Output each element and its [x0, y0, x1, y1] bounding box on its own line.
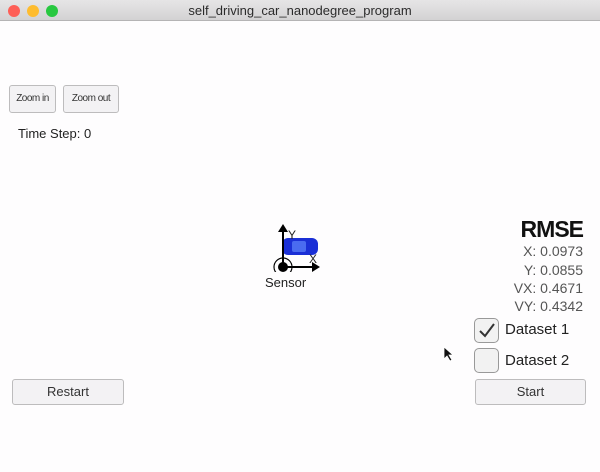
dataset-1-checkbox[interactable]	[474, 318, 499, 343]
time-step-label: Time Step: 0	[18, 126, 92, 141]
sensor-dot	[278, 262, 288, 272]
axis-y-label: Y	[288, 228, 297, 242]
restart-button[interactable]: Restart	[12, 379, 124, 405]
minimize-window-button[interactable]	[27, 5, 39, 17]
window-title: self_driving_car_nanodegree_program	[188, 3, 412, 18]
maximize-window-button[interactable]	[46, 5, 58, 17]
zoom-out-button[interactable]: Zoom out	[63, 85, 119, 113]
close-window-button[interactable]	[8, 5, 20, 17]
title-bar: self_driving_car_nanodegree_program	[0, 0, 600, 21]
y-axis-arrow	[278, 224, 288, 232]
rmse-vy: VY: 0.4342	[514, 298, 583, 314]
rmse-x: X: 0.0973	[523, 243, 583, 259]
checkmark-icon	[479, 323, 495, 338]
rmse-y: Y: 0.0855	[523, 262, 583, 278]
dataset-2-label[interactable]: Dataset 2	[505, 352, 569, 369]
rmse-title: RMSE	[520, 216, 584, 242]
axis-x-label: X	[309, 252, 318, 266]
rmse-vx: VX: 0.4671	[513, 280, 583, 296]
sensor-label: Sensor	[265, 275, 307, 290]
dataset-2-checkbox[interactable]	[474, 348, 499, 373]
car-roof	[292, 241, 306, 252]
mouse-cursor-icon	[443, 346, 455, 362]
scene-canvas	[273, 224, 320, 272]
zoom-in-button[interactable]: Zoom in	[9, 85, 56, 113]
start-button[interactable]: Start	[475, 379, 586, 405]
dataset-1-label[interactable]: Dataset 1	[505, 321, 569, 338]
